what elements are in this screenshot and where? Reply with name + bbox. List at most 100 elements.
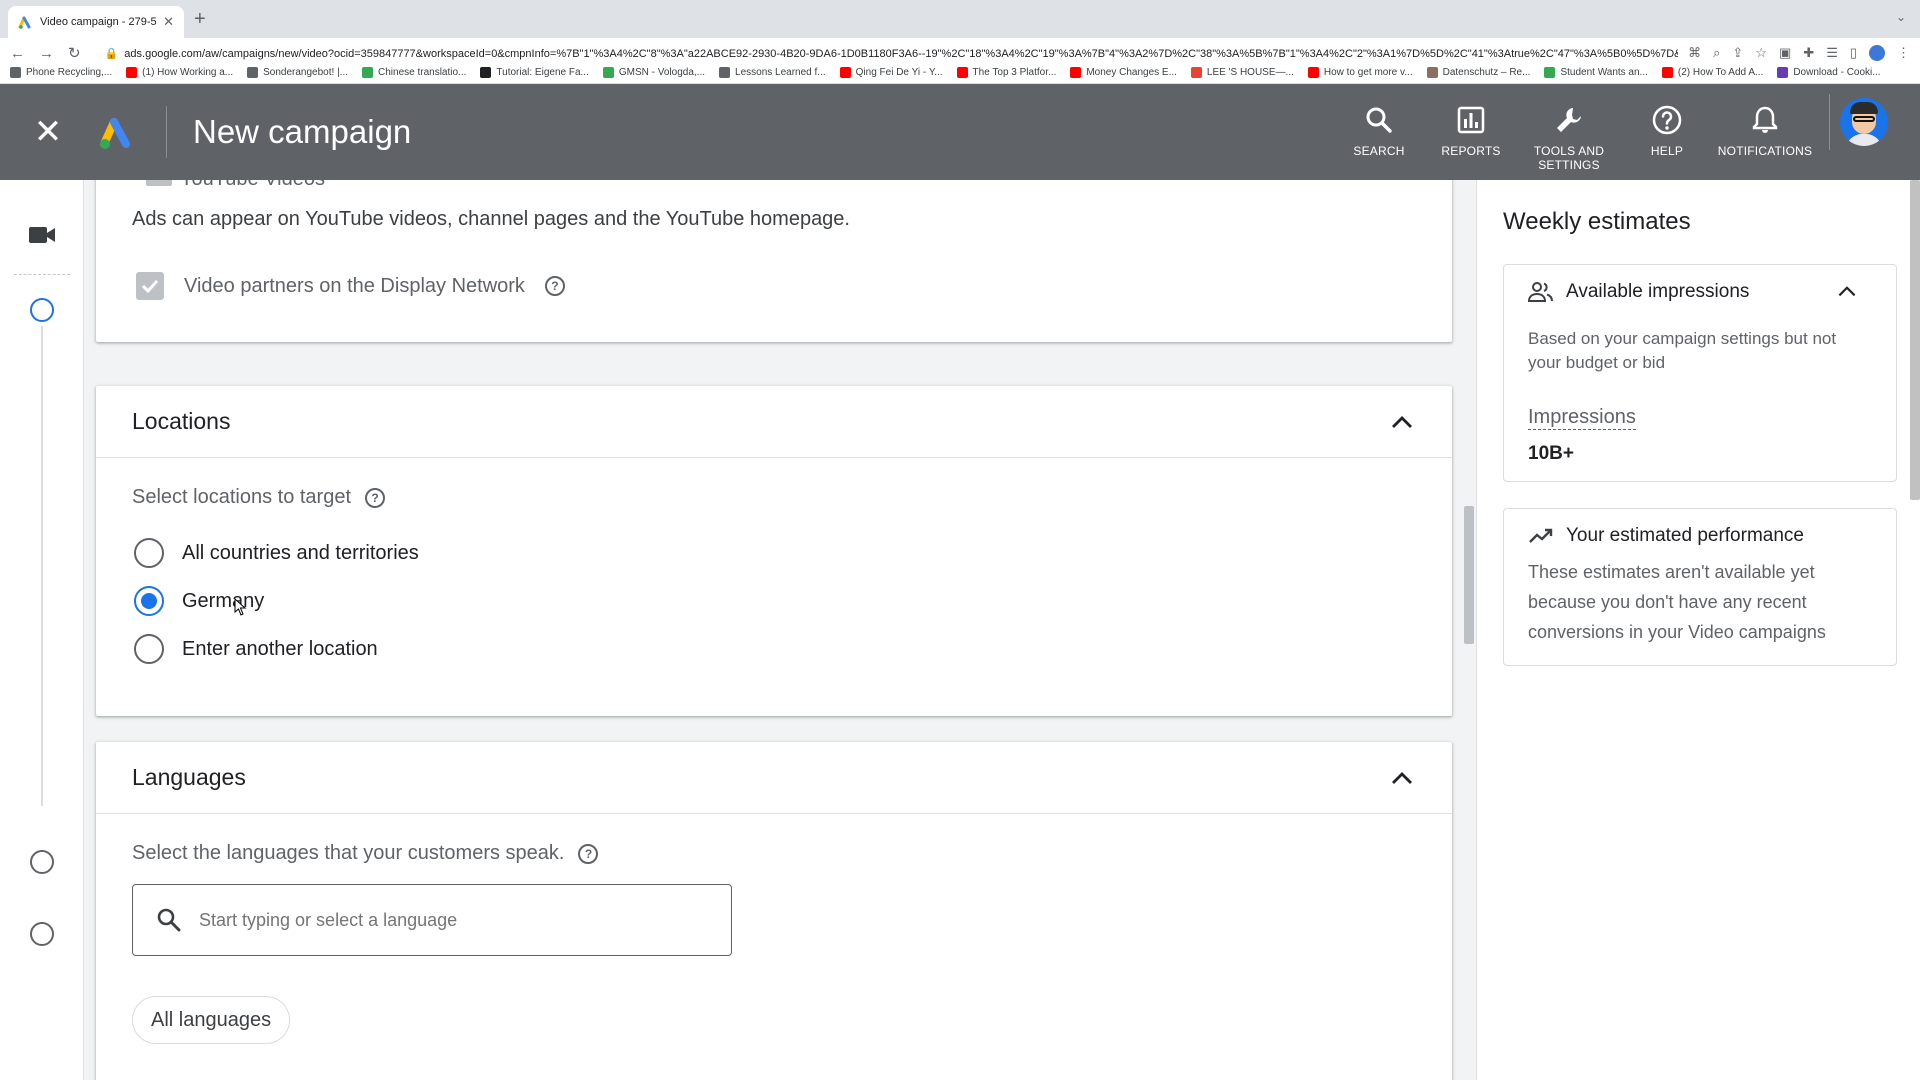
main-content: YouTube Videos Ads can appear on YouTube… xyxy=(84,180,1476,1080)
bookmarks-bar: Phone Recycling,... (1) How Working a... S… xyxy=(0,62,1920,84)
language-search-box[interactable] xyxy=(132,884,732,956)
lock-icon: 🔒 xyxy=(104,47,119,60)
bookmark-favicon-icon xyxy=(956,67,968,78)
all-languages-chip[interactable]: All languages xyxy=(132,996,291,1044)
video-partners-checkbox[interactable] xyxy=(136,272,164,300)
chevron-up-icon[interactable] xyxy=(1388,408,1416,436)
bookmark-item[interactable]: LEE 'S HOUSE—... xyxy=(1190,67,1294,78)
reload-icon[interactable]: ↻ xyxy=(68,44,81,62)
bookmark-item[interactable]: Student Wants an... xyxy=(1544,67,1648,78)
bookmark-item[interactable]: (1) How Working a... xyxy=(126,67,233,78)
step-indicator-active[interactable] xyxy=(30,298,54,322)
bookmark-item[interactable]: How to get more v... xyxy=(1307,67,1413,78)
step-indicator[interactable] xyxy=(30,850,54,874)
bookmark-favicon-icon xyxy=(10,67,21,78)
bookmark-label: Student Wants an... xyxy=(1560,67,1648,78)
bookmark-label: LEE 'S HOUSE—... xyxy=(1206,67,1294,78)
bookmark-item[interactable]: The Top 3 Platfor... xyxy=(956,67,1056,78)
notifications-button[interactable]: NOTIFICATIONS xyxy=(1713,104,1817,158)
help-circle-icon[interactable]: ? xyxy=(578,843,599,864)
bookmark-item[interactable]: Lessons Learned f... xyxy=(719,67,826,78)
browser-tab[interactable]: Video campaign - 279-560-18 ✕ xyxy=(8,6,184,38)
extension-icon[interactable]: ▣ xyxy=(1779,45,1791,61)
browser-profile-icon[interactable] xyxy=(1869,45,1885,61)
tab-close-icon[interactable]: ✕ xyxy=(163,14,174,30)
zoom-icon[interactable]: ⌕ xyxy=(1713,45,1720,61)
bookmark-label: Tutorial: Eigene Fa... xyxy=(496,67,589,78)
google-ads-logo-icon[interactable] xyxy=(96,112,136,152)
rail-divider xyxy=(14,274,70,275)
languages-prompt-row: Select the languages that your customers… xyxy=(132,842,599,865)
search-button[interactable]: SEARCH xyxy=(1333,104,1425,158)
location-option-all[interactable]: All countries and territories xyxy=(134,538,419,568)
tab-search-icon[interactable]: ⌄ xyxy=(1896,10,1906,24)
bookmark-item[interactable]: (2) How To Add A... xyxy=(1661,67,1764,78)
page-title: New campaign xyxy=(193,113,412,150)
bookmark-item[interactable]: Qing Fei De Yi - Y... xyxy=(839,67,943,78)
bookmark-favicon-icon xyxy=(1661,67,1673,78)
radio-button-selected[interactable] xyxy=(134,586,164,616)
locations-header[interactable]: Locations xyxy=(96,386,1452,458)
main-scrollbar[interactable] xyxy=(1464,506,1474,644)
bookmark-favicon-icon xyxy=(362,67,374,78)
bookmark-label: Download - Cooki... xyxy=(1793,67,1881,78)
bookmark-item[interactable]: Datenschutz – Re... xyxy=(1426,67,1530,78)
bookmark-item[interactable]: Chinese translatio... xyxy=(362,67,466,78)
bookmark-label: Lessons Learned f... xyxy=(735,67,826,78)
reports-button[interactable]: REPORTS xyxy=(1425,104,1517,158)
impressions-metric-label[interactable]: Impressions xyxy=(1528,405,1636,430)
video-partners-row[interactable]: Video partners on the Display Network ? xyxy=(132,272,565,300)
location-option-other[interactable]: Enter another location xyxy=(134,634,378,664)
new-tab-icon[interactable]: + xyxy=(194,8,206,31)
language-search-input[interactable] xyxy=(199,909,731,931)
bookmark-item[interactable]: Download - Cooki... xyxy=(1777,67,1881,78)
translate-icon[interactable]: ⌘ xyxy=(1688,45,1701,61)
impressions-card-header[interactable]: Available impressions xyxy=(1504,265,1896,303)
chevron-up-icon[interactable] xyxy=(1388,764,1416,792)
radio-button[interactable] xyxy=(134,538,164,568)
help-button[interactable]: HELP xyxy=(1621,104,1713,158)
bookmark-item[interactable]: Phone Recycling,... xyxy=(10,67,112,78)
chevron-up-icon[interactable] xyxy=(1834,281,1860,303)
languages-header[interactable]: Languages xyxy=(96,742,1452,814)
forward-icon[interactable]: → xyxy=(39,45,54,62)
radio-button[interactable] xyxy=(134,634,164,664)
reports-label: REPORTS xyxy=(1441,144,1501,158)
puzzle-icon[interactable]: ✚ xyxy=(1803,45,1814,61)
ads-header: ✕ New campaign SEARCH REPORTS TOOLS AND … xyxy=(0,84,1920,180)
bookmark-item[interactable]: Sonderangebot! |... xyxy=(247,67,348,78)
bookmark-item[interactable]: Tutorial: Eigene Fa... xyxy=(480,67,589,78)
bookmark-item[interactable]: Money Changes E... xyxy=(1070,67,1177,78)
locations-card: Locations Select locations to target ? A… xyxy=(96,386,1452,716)
bookmark-label: Chinese translatio... xyxy=(378,67,467,78)
google-ads-favicon-icon xyxy=(18,16,31,29)
youtube-videos-checkbox[interactable] xyxy=(146,180,172,186)
tools-settings-button[interactable]: TOOLS AND SETTINGS xyxy=(1517,104,1621,172)
bookmark-label: GMSN - Vologda,... xyxy=(618,67,706,78)
step-connector xyxy=(41,326,43,806)
mouse-cursor-icon xyxy=(234,598,247,616)
help-circle-icon[interactable]: ? xyxy=(544,276,565,296)
step-indicator[interactable] xyxy=(30,922,54,946)
bookmark-star-icon[interactable]: ☆ xyxy=(1755,45,1767,61)
sidepanel-icon[interactable]: ▯ xyxy=(1850,45,1857,61)
bookmark-label: How to get more v... xyxy=(1323,67,1413,78)
help-circle-icon[interactable]: ? xyxy=(365,487,386,508)
avatar[interactable] xyxy=(1840,98,1888,146)
bookmark-favicon-icon xyxy=(602,67,614,78)
url-field[interactable]: 🔒 ads.google.com/aw/campaigns/new/video?o… xyxy=(95,47,1679,60)
bookmark-label: Qing Fei De Yi - Y... xyxy=(855,67,943,78)
bookmark-label: Money Changes E... xyxy=(1086,67,1177,78)
back-icon[interactable]: ← xyxy=(10,45,25,62)
video-camera-icon[interactable] xyxy=(29,226,55,244)
share-icon[interactable]: ⇪ xyxy=(1732,45,1743,61)
search-icon xyxy=(157,908,181,932)
reading-list-icon[interactable]: ☰ xyxy=(1826,45,1838,61)
bookmark-label: (2) How To Add A... xyxy=(1677,67,1764,78)
bookmark-favicon-icon xyxy=(1307,67,1319,78)
close-icon[interactable]: ✕ xyxy=(0,84,96,180)
sidebar-scrollbar[interactable] xyxy=(1910,180,1920,500)
bookmark-item[interactable]: GMSN - Vologda,... xyxy=(602,67,706,78)
networks-card: YouTube Videos Ads can appear on YouTube… xyxy=(96,180,1452,342)
browser-menu-icon[interactable]: ⋮ xyxy=(1897,45,1910,61)
